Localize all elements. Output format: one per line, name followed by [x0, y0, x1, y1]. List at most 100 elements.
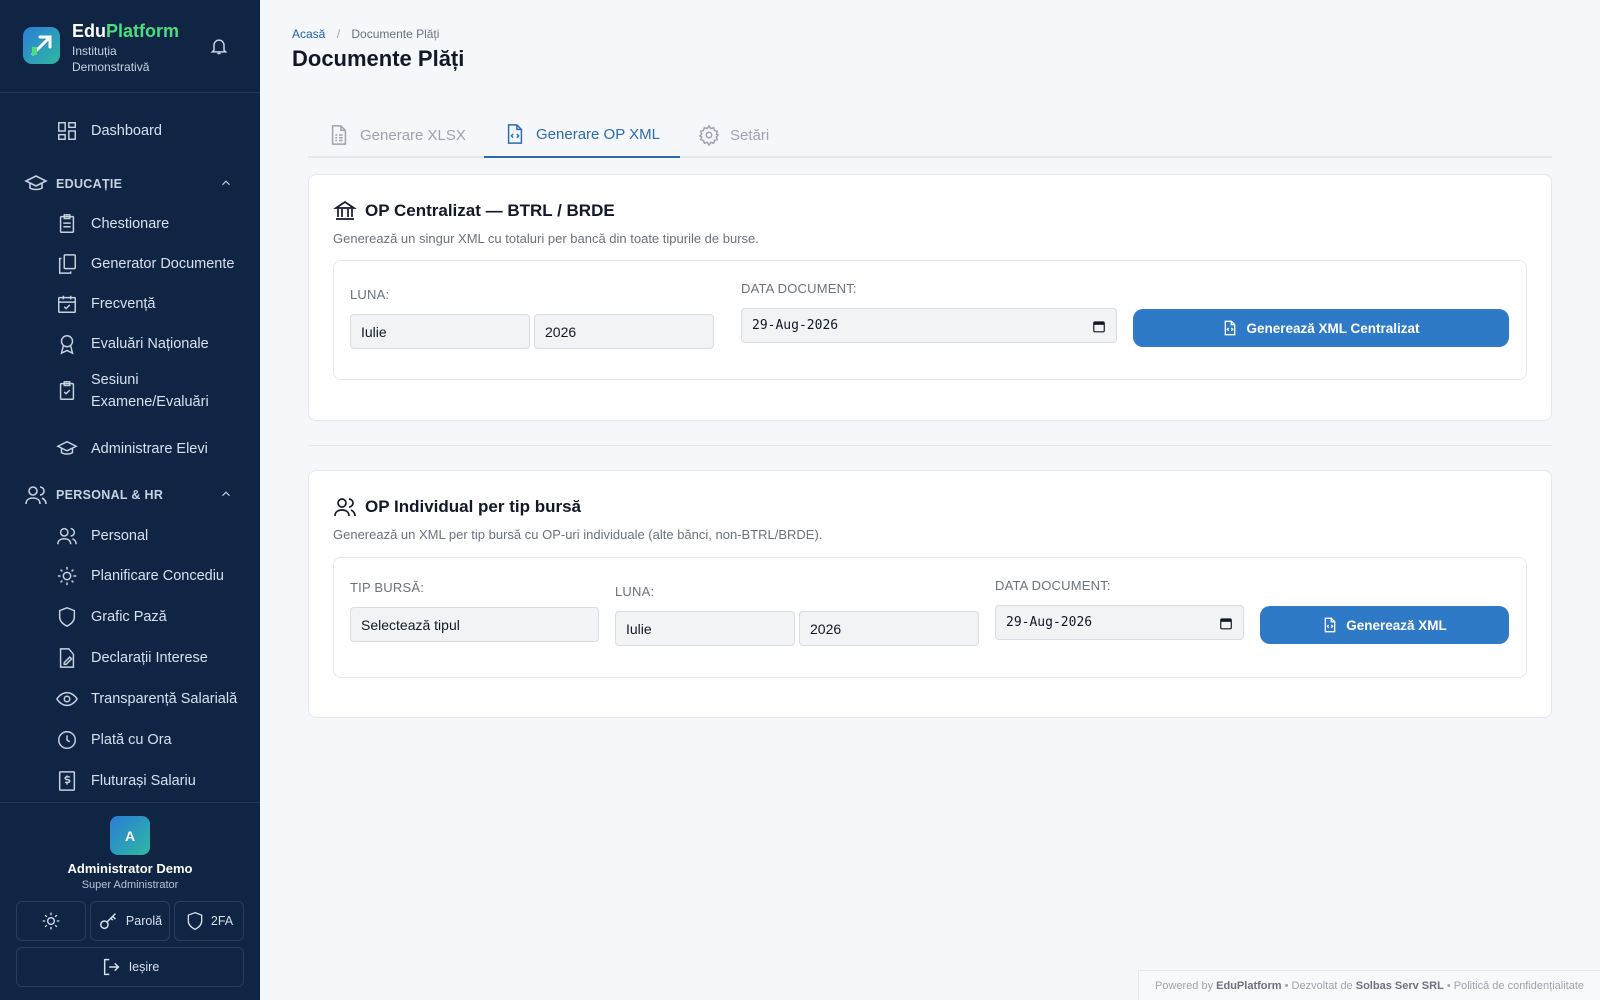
- year-input[interactable]: 2026: [799, 611, 979, 646]
- tab-label: Setări: [730, 126, 770, 144]
- tab-generare-xlsx[interactable]: Generare XLSX: [308, 112, 486, 158]
- footer-dev: • Dezvoltat de: [1284, 979, 1353, 992]
- card-title: OP Individual per tip bursă: [333, 495, 581, 519]
- date-value: 29-Aug-2026: [1006, 615, 1093, 630]
- month-label: LUNA:: [350, 287, 390, 302]
- privacy-link[interactable]: • Politică de confidențialitate: [1447, 980, 1584, 992]
- avatar[interactable]: A: [110, 816, 150, 855]
- sidebar-item-transparenta-salariala[interactable]: Transparență Salarială: [55, 682, 237, 716]
- clipboard-icon: [55, 212, 79, 236]
- file-edit-icon: [55, 646, 79, 670]
- logout-button-label: Ieșire: [128, 960, 160, 974]
- tab-bar: Generare XLSX Generare OP XML Setări: [308, 112, 1552, 158]
- sidebar-item-label: Planificare Concediu: [91, 568, 224, 584]
- card-title: OP Centralizat — BTRL / BRDE: [333, 199, 615, 223]
- date-document-input[interactable]: 29-Aug-2026: [995, 605, 1244, 640]
- sidebar-item-chestionare[interactable]: Chestionare: [55, 207, 169, 241]
- month-select[interactable]: Iulie: [615, 611, 795, 646]
- chevron-up-icon: [219, 176, 233, 193]
- card-description: Generează un XML per tip bursă cu OP-uri…: [333, 527, 823, 542]
- user-name: Administrator Demo: [67, 861, 193, 876]
- sidebar-item-label: Fluturași Salariu: [91, 773, 196, 789]
- code-file-icon: [504, 123, 526, 145]
- logo-icon: [23, 27, 60, 64]
- op-individual-card: OP Individual per tip bursă Generează un…: [308, 470, 1552, 718]
- date-value: 29-Aug-2026: [752, 318, 839, 333]
- generate-xml-button[interactable]: Generează XML: [1260, 606, 1509, 644]
- sidebar-item-fluturasi-salariu[interactable]: Fluturași Salariu: [55, 764, 196, 798]
- clipboard-check-icon: [55, 379, 79, 403]
- institution-name: Instituția Demonstrativă: [72, 44, 150, 74]
- generate-centralized-xml-button[interactable]: Generează XML Centralizat: [1133, 309, 1509, 347]
- scholarship-type-select[interactable]: Selectează tipul: [350, 607, 599, 642]
- sidebar-item-sesiuni-examene[interactable]: Sesiuni Examene/Evaluări: [55, 368, 221, 414]
- sidebar-item-plata-cu-ora[interactable]: Plată cu Ora: [55, 723, 172, 757]
- shield-icon: [55, 605, 79, 629]
- 2fa-button[interactable]: 2FA: [174, 901, 244, 941]
- section-divider: [308, 445, 1552, 446]
- gear-icon: [698, 124, 720, 146]
- sidebar-item-administrare-elevi[interactable]: Administrare Elevi: [55, 432, 208, 466]
- section-personal-hr[interactable]: PERSONAL & HR: [24, 481, 239, 509]
- documents-icon: [55, 252, 79, 276]
- breadcrumb-home-link[interactable]: Acasă: [292, 27, 325, 41]
- month-select[interactable]: Iulie: [350, 314, 530, 349]
- sidebar-item-label: Sesiuni Examene/Evaluări: [91, 372, 209, 410]
- footer-company[interactable]: Solbas Serv SRL: [1356, 980, 1444, 992]
- op-centralizat-card: OP Centralizat — BTRL / BRDE Generează u…: [308, 174, 1552, 421]
- button-label: Generează XML: [1346, 617, 1447, 633]
- sidebar-item-label: Evaluări Naționale: [91, 336, 209, 352]
- centralized-form: LUNA: Iulie 2026 DATA DOCUMENT: 29-Aug-2…: [333, 260, 1527, 380]
- brand-header: EduPlatform Instituția Demonstrativă: [0, 0, 260, 93]
- card-description: Generează un singur XML cu totaluri per …: [333, 231, 759, 246]
- password-button[interactable]: Parolă: [90, 901, 170, 941]
- sidebar-item-label: Personal: [91, 528, 149, 544]
- card-title-text: OP Individual per tip bursă: [365, 497, 582, 516]
- date-document-label: DATA DOCUMENT:: [995, 578, 1111, 593]
- clock-icon: [55, 728, 79, 752]
- users-icon: [24, 483, 48, 507]
- footer-brand[interactable]: EduPlatform: [1216, 980, 1281, 992]
- sidebar-item-planificare-concediu[interactable]: Planificare Concediu: [55, 559, 224, 593]
- tab-generare-op-xml[interactable]: Generare OP XML: [484, 112, 680, 158]
- theme-toggle-button[interactable]: [16, 901, 86, 941]
- sidebar-item-label: Declarații Interese: [91, 650, 208, 666]
- sidebar-item-label: Grafic Pază: [91, 609, 167, 625]
- sidebar-item-dashboard[interactable]: Dashboard: [55, 114, 162, 148]
- footer-powered: Powered by: [1155, 979, 1214, 992]
- logout-button[interactable]: Ieșire: [16, 947, 244, 987]
- sidebar-item-generator-documente[interactable]: Generator Documente: [55, 247, 234, 281]
- sidebar-item-grafic-paza[interactable]: Grafic Pază: [55, 600, 167, 634]
- graduation-cap-icon: [55, 437, 79, 461]
- sidebar-item-declaratii-interese[interactable]: Declarații Interese: [55, 641, 208, 675]
- calendar-check-icon: [55, 292, 79, 316]
- sidebar-item-frecventa[interactable]: Frecvență: [55, 287, 155, 321]
- sidebar-item-evaluari-nationale[interactable]: Evaluări Naționale: [55, 327, 209, 361]
- bell-icon[interactable]: [209, 36, 229, 61]
- individual-form: TIP BURSĂ: Selectează tipul LUNA: Iulie …: [333, 557, 1527, 678]
- sidebar-item-label: Plată cu Ora: [91, 732, 172, 748]
- sidebar-item-personal[interactable]: Personal: [55, 519, 148, 553]
- month-label: LUNA:: [615, 584, 655, 599]
- users-icon: [333, 495, 357, 519]
- year-input[interactable]: 2026: [534, 314, 714, 349]
- date-document-label: DATA DOCUMENT:: [741, 281, 857, 296]
- date-document-input[interactable]: 29-Aug-2026: [741, 308, 1117, 343]
- tab-setari[interactable]: Setări: [678, 112, 789, 158]
- shield-icon: [185, 911, 205, 931]
- section-educatie[interactable]: EDUCAȚIE: [24, 170, 239, 198]
- calendar-icon[interactable]: [1092, 319, 1106, 333]
- user-panel: A Administrator Demo Super Administrator…: [0, 802, 260, 1000]
- sun-icon: [41, 911, 61, 931]
- sidebar-item-label: Transparență Salarială: [91, 691, 238, 707]
- award-icon: [55, 332, 79, 356]
- section-title: EDUCAȚIE: [56, 177, 123, 191]
- tab-label: Generare OP XML: [536, 125, 660, 143]
- calendar-icon[interactable]: [1219, 616, 1233, 630]
- sidebar-item-label: Administrare Elevi: [91, 441, 208, 457]
- footer: Powered by EduPlatform • Dezvoltat de So…: [1138, 970, 1600, 1000]
- dashboard-icon: [55, 119, 79, 143]
- breadcrumb: Acasă / Documente Plăți: [292, 27, 439, 41]
- breadcrumb-current: Documente Plăți: [351, 27, 440, 41]
- eye-icon: [55, 687, 79, 711]
